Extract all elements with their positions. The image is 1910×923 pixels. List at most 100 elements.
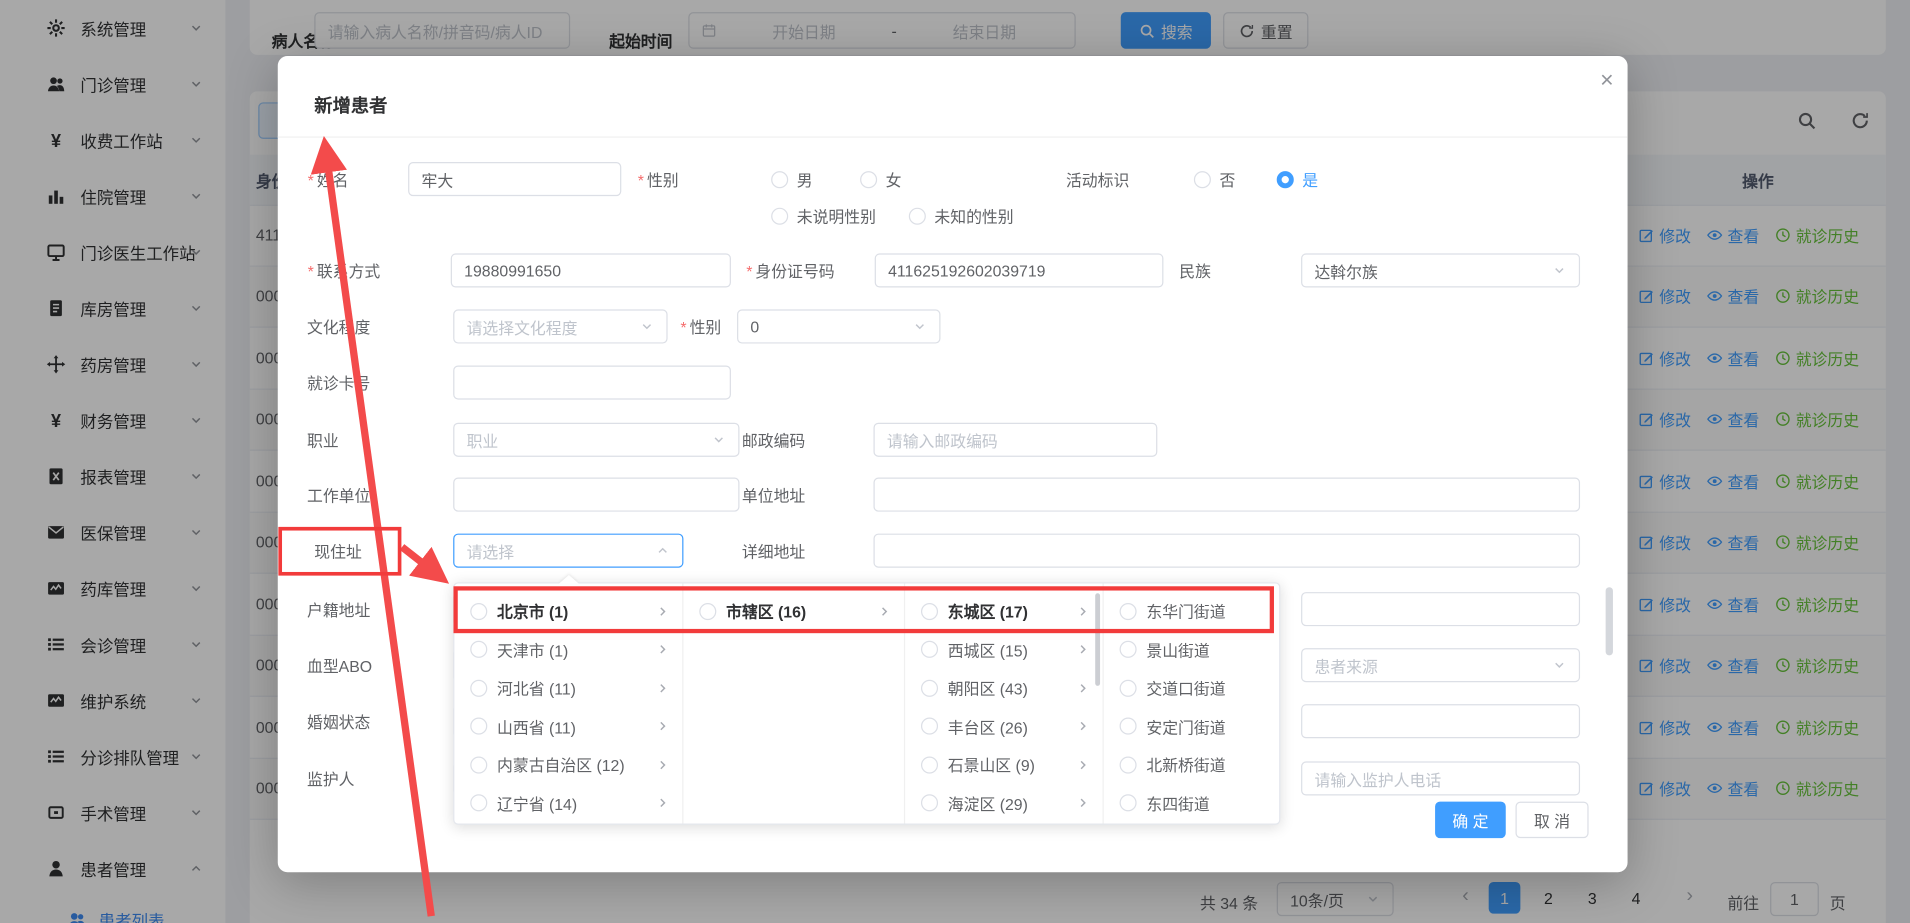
radio-icon (699, 603, 716, 620)
active-flag-label: 活动标识 (1066, 168, 1129, 191)
gender-radio-unexplained[interactable]: 未说明性别 (771, 204, 876, 227)
employer-address-label: 单位地址 (742, 483, 805, 506)
cascader-option[interactable]: 天津市 (1) (454, 630, 682, 668)
chevron-right-icon (655, 604, 670, 619)
occupation-select[interactable]: 职业 (453, 423, 739, 457)
radio-icon (470, 756, 487, 773)
household-extra-input[interactable] (1301, 592, 1580, 626)
cascader-option-label: 北京市 (1) (497, 600, 568, 623)
cascader-option[interactable]: 安定门街道 (1104, 707, 1277, 745)
cascader-option-label: 朝阳区 (43) (948, 676, 1028, 699)
cascader-option[interactable]: 河北省 (11) (454, 669, 682, 707)
modal-scrollbar[interactable] (1606, 587, 1613, 655)
dialog-title: 新增患者 (314, 93, 387, 119)
cascader-option[interactable]: 北京市 (1) (454, 592, 682, 630)
card-no-input[interactable] (453, 365, 731, 399)
radio-icon (921, 603, 938, 620)
app-window: 系统管理门诊管理¥收费工作站住院管理门诊医生工作站库房管理药房管理¥财务管理报表… (0, 0, 1910, 923)
cascader-column-1: 北京市 (1) 天津市 (1) 河北省 (11) 山西省 (11) 内蒙古自治区 (12… (454, 584, 683, 824)
education-select[interactable]: 请选择文化程度 (453, 309, 667, 343)
chevron-right-icon (1076, 796, 1091, 811)
chevron-right-icon (655, 719, 670, 734)
cascader-option[interactable]: 景山街道 (1104, 630, 1277, 668)
cascader-option[interactable]: 交道口街道 (1104, 669, 1277, 707)
gender-code-select[interactable]: 0 (737, 309, 940, 343)
cascader-option[interactable]: 北新桥街道 (1104, 746, 1277, 784)
cascader-option[interactable]: 朝阳区 (43) (905, 669, 1102, 707)
cascader-option-label: 山西省 (11) (497, 715, 576, 738)
detail-address-input[interactable] (873, 534, 1580, 568)
cascader-option-label: 海淀区 (29) (948, 792, 1028, 815)
chevron-down-icon (711, 432, 726, 447)
postcode-input[interactable]: 请输入邮政编码 (873, 423, 1157, 457)
confirm-button[interactable]: 确 定 (1435, 802, 1506, 839)
cascader-option[interactable]: 辽宁省 (14) (454, 784, 682, 822)
household-address-label: 户籍地址 (307, 598, 370, 621)
cascader-option[interactable]: 内蒙古自治区 (12) (454, 746, 682, 784)
chevron-right-icon (655, 681, 670, 696)
column-scrollbar[interactable] (1095, 593, 1100, 686)
cascader-option-label: 石景山区 (9) (948, 753, 1035, 776)
radio-icon (470, 679, 487, 696)
active-flag-radio-no[interactable]: 否 (1194, 168, 1235, 191)
cascader-option-label: 市辖区 (16) (726, 600, 806, 623)
employer-label: 工作单位 (307, 483, 370, 506)
radio-icon (1120, 795, 1137, 812)
cascader-option[interactable]: 海淀区 (29) (905, 784, 1102, 822)
radio-icon (1120, 679, 1137, 696)
radio-icon (470, 603, 487, 620)
cascader-option-label: 河北省 (11) (497, 676, 576, 699)
chevron-down-icon (1552, 658, 1567, 673)
chevron-up-icon (655, 543, 670, 558)
cascader-option-label: 交道口街道 (1146, 676, 1225, 699)
chevron-right-icon (655, 796, 670, 811)
cascader-option[interactable]: 市辖区 (16) (683, 592, 904, 630)
current-address-label: 现住址 (314, 539, 362, 562)
radio-icon (470, 795, 487, 812)
education-label: 文化程度 (307, 315, 370, 338)
contact-input[interactable]: 19880991650 (451, 253, 731, 287)
radio-icon (921, 679, 938, 696)
cascader-option[interactable]: 东四街道 (1104, 784, 1277, 822)
cancel-button[interactable]: 取 消 (1515, 802, 1588, 839)
employer-input[interactable] (453, 478, 739, 512)
chevron-right-icon (1076, 604, 1091, 619)
patient-source-select[interactable]: 患者来源 (1301, 648, 1580, 682)
chevron-right-icon (1076, 681, 1091, 696)
cascader-option[interactable]: 西城区 (15) (905, 630, 1102, 668)
name-input[interactable]: 牢大 (408, 162, 621, 196)
current-address-cascader-select[interactable]: 请选择 (453, 534, 683, 568)
cascader-option[interactable]: 东城区 (17) (905, 592, 1102, 630)
cascader-option[interactable]: 东华门街道 (1104, 592, 1277, 630)
gender-code-label: *性别 (680, 315, 722, 338)
chevron-down-icon (1552, 263, 1567, 278)
employer-address-input[interactable] (873, 478, 1580, 512)
cascader-option[interactable]: 丰台区 (26) (905, 707, 1102, 745)
occupation-label: 职业 (307, 428, 339, 451)
chevron-right-icon (655, 642, 670, 657)
cascader-option[interactable]: 石景山区 (9) (905, 746, 1102, 784)
gender-radio-unknown[interactable]: 未知的性别 (909, 204, 1014, 227)
radio-icon (1120, 756, 1137, 773)
gender-radio-male[interactable]: 男 (771, 168, 812, 191)
guardian-phone-input[interactable]: 请输入监护人电话 (1301, 761, 1580, 795)
gender-radio-female[interactable]: 女 (860, 168, 901, 191)
cascader-option-label: 景山街道 (1146, 638, 1209, 661)
guardian-label: 监护人 (307, 767, 355, 790)
chevron-right-icon (877, 604, 892, 619)
radio-icon (921, 795, 938, 812)
cascader-option[interactable]: 山西省 (11) (454, 707, 682, 745)
cascader-column-2: 市辖区 (16) (683, 584, 905, 824)
ethnic-select[interactable]: 达斡尔族 (1301, 253, 1580, 287)
detail-address-label: 详细地址 (742, 539, 805, 562)
blood-type-label: 血型ABO (307, 654, 372, 677)
name-label: *姓名 (307, 168, 349, 191)
marital-extra-input[interactable] (1301, 704, 1580, 738)
cascader-option-label: 北新桥街道 (1146, 753, 1225, 776)
cascader-column-3: 东城区 (17)西城区 (15) 朝阳区 (43) 丰台区 (26) 石景山区 (9)… (905, 584, 1104, 824)
active-flag-radio-yes[interactable]: 是 (1277, 168, 1318, 191)
radio-icon (921, 641, 938, 658)
radio-icon (470, 718, 487, 735)
close-icon[interactable]: × (1593, 68, 1620, 95)
id-card-input[interactable]: 411625192602039719 (875, 253, 1164, 287)
